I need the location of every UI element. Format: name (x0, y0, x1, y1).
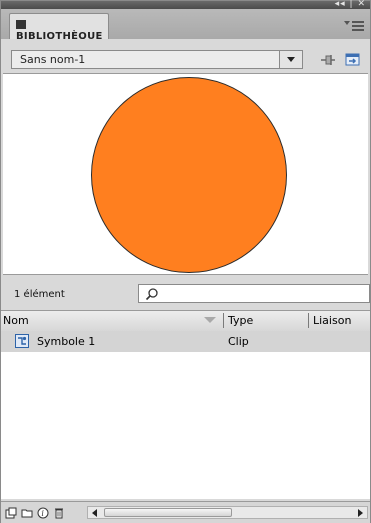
column-divider[interactable] (308, 313, 309, 328)
preview-circle-shape (91, 77, 287, 273)
chevron-down-icon[interactable] (279, 51, 302, 68)
panel-title-strip: ◂◂ | ✕ (1, 0, 370, 9)
item-count: 1 élément (14, 289, 65, 300)
scrollbar-thumb[interactable] (104, 508, 232, 517)
list-item[interactable]: Symbole 1 Clip (1, 331, 370, 352)
properties-icon[interactable]: i (37, 507, 49, 519)
movieclip-symbol-icon (15, 334, 29, 348)
document-select[interactable]: Sans nom-1 (11, 50, 303, 69)
svg-text:i: i (41, 509, 44, 518)
document-select-value: Sans nom-1 (20, 53, 86, 66)
horizontal-scrollbar[interactable] (87, 506, 368, 519)
symbol-preview (3, 73, 368, 275)
scroll-right-icon[interactable] (358, 509, 363, 517)
new-folder-icon[interactable] (21, 507, 33, 519)
column-linkage-header[interactable]: Liaison (313, 314, 351, 327)
new-library-panel-icon[interactable] (345, 53, 361, 67)
library-bottom-toolbar: i (1, 501, 370, 523)
panel-window-controls[interactable]: ◂◂ | ✕ (335, 0, 366, 9)
column-header: Nom Type Liaison (1, 310, 370, 332)
pin-library-icon[interactable] (320, 53, 336, 67)
scroll-left-icon[interactable] (92, 509, 97, 517)
item-type: Clip (228, 335, 249, 348)
search-field[interactable] (138, 284, 370, 303)
search-row: 1 élément (1, 283, 370, 305)
new-symbol-icon[interactable] (5, 507, 17, 519)
document-row: Sans nom-1 (1, 39, 370, 71)
column-type-header[interactable]: Type (228, 314, 253, 327)
delete-icon[interactable] (53, 507, 65, 519)
library-panel: ◂◂ | ✕ BIBLIOTHÈQUE Sans nom-1 1 élément… (0, 0, 371, 523)
tab-library[interactable]: BIBLIOTHÈQUE (9, 13, 109, 42)
column-name-header[interactable]: Nom (3, 314, 29, 327)
library-tab-icon (16, 20, 26, 29)
search-icon (145, 288, 158, 301)
panel-tab-bar: BIBLIOTHÈQUE (1, 9, 370, 42)
library-item-list: Symbole 1 Clip (1, 331, 370, 499)
sort-descending-icon[interactable] (204, 317, 216, 323)
search-input[interactable] (163, 286, 367, 302)
item-name: Symbole 1 (37, 335, 96, 348)
panel-menu-icon[interactable] (344, 19, 364, 31)
column-divider[interactable] (223, 313, 224, 328)
